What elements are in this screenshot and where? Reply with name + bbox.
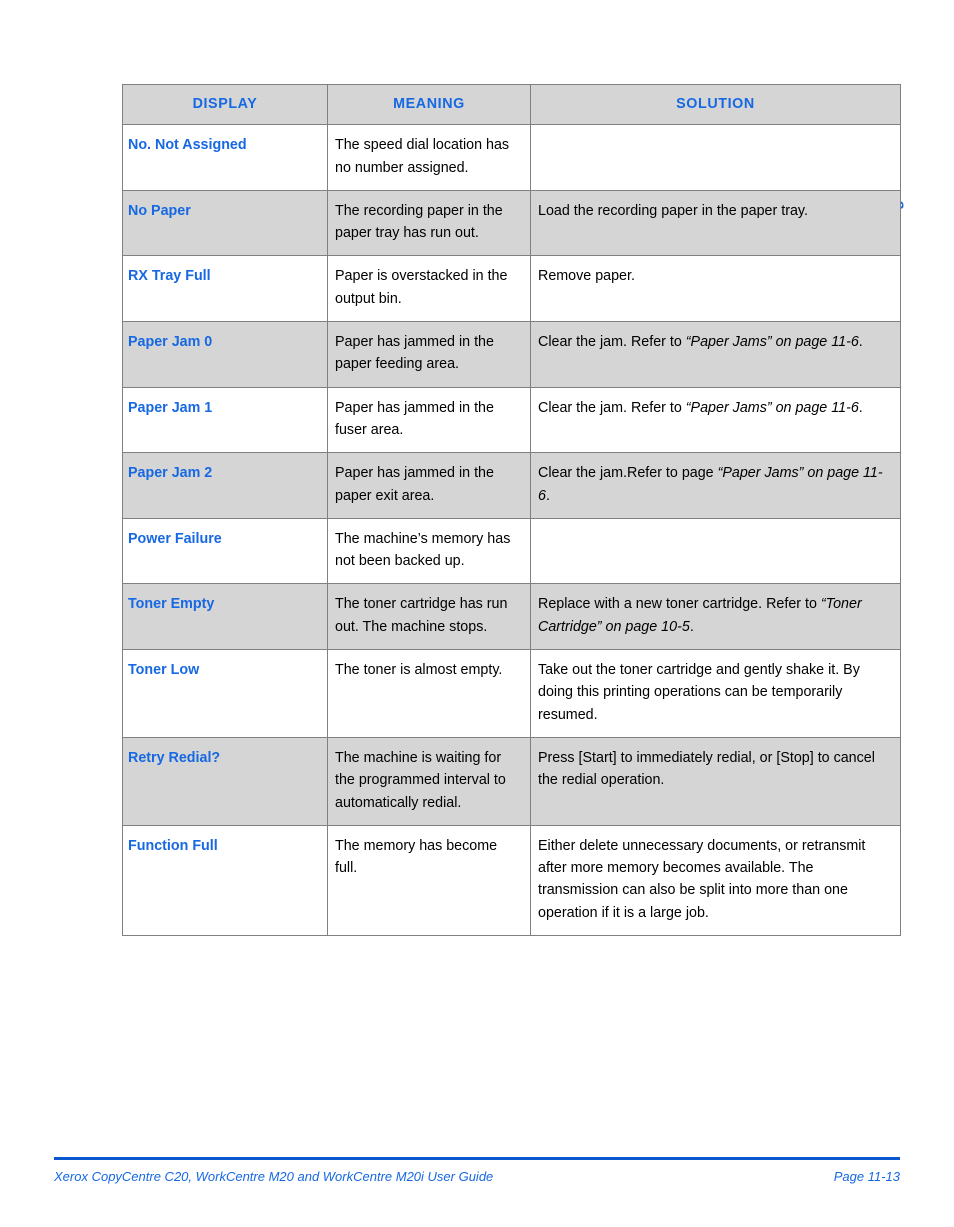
table-row: Function Full The memory has become full.… — [122, 824, 901, 937]
cell-display-message: Toner Low — [122, 649, 328, 738]
table-row: No Paper The recording paper in the paper… — [122, 189, 901, 257]
footer-page-number: Page 11-13 — [833, 1169, 900, 1184]
solution-cross-reference: “Paper Jams” on page 11-6 — [685, 399, 859, 416]
solution-cross-reference: “Paper Jams” on page 11-6 — [685, 334, 859, 351]
solution-text-lead: Either delete unnecessary documents, or … — [538, 837, 866, 921]
table-row: Power Failure The machine’s memory has no… — [122, 517, 901, 585]
cell-solution-text — [530, 517, 901, 585]
table-header-row: DISPLAY MEANING SOLUTION — [122, 83, 901, 126]
page-footer: Xerox CopyCentre C20, WorkCentre M20 and… — [54, 1157, 900, 1184]
cell-solution-text: Either delete unnecessary documents, or … — [530, 824, 901, 937]
solution-text-lead: Clear the jam.Refer to page — [538, 465, 718, 482]
table-row: Toner Low The toner is almost empty. Take … — [122, 649, 901, 738]
table-row: Retry Redial? The machine is waiting for … — [122, 736, 901, 826]
solution-text-trail: . — [545, 487, 550, 504]
cell-meaning-text: The toner is almost empty. — [327, 649, 531, 738]
table-row: Toner Empty The toner cartridge has run o… — [122, 583, 901, 651]
cell-meaning-text: Paper is overstacked in the output bin. — [327, 255, 531, 323]
cell-solution-text: Take out the toner cartridge and gently … — [530, 649, 901, 738]
cell-meaning-text: The speed dial location has no number as… — [327, 124, 531, 191]
column-header-meaning: MEANING — [327, 83, 531, 126]
solution-text-lead: Press [Start] to immediately redial, or … — [538, 749, 875, 789]
cell-display-message: Paper Jam 0 — [122, 321, 328, 388]
solution-text-lead: Take out the toner cartridge and gently … — [538, 662, 860, 723]
cell-display-message: Paper Jam 2 — [122, 452, 328, 519]
solution-text-trail: . — [858, 399, 863, 416]
cell-display-message: Toner Empty — [122, 583, 328, 651]
table-row: Paper Jam 1 Paper has jammed in the fuser… — [122, 386, 901, 454]
cell-display-message: No Paper — [122, 189, 328, 257]
cell-solution-text: Remove paper. — [530, 255, 901, 323]
cell-meaning-text: The memory has become full. — [327, 824, 531, 937]
cell-solution-text: Replace with a new toner cartridge. Refe… — [530, 583, 901, 651]
cell-meaning-text: Paper has jammed in the fuser area. — [327, 386, 531, 454]
cell-meaning-text: The machine is waiting for the programme… — [327, 736, 531, 826]
cell-meaning-text: The toner cartridge has run out. The mac… — [327, 583, 531, 651]
cell-display-message: Paper Jam 1 — [122, 386, 328, 454]
cell-solution-text: Clear the jam. Refer to “Paper Jams” on … — [530, 386, 901, 454]
table-row: No. Not Assigned The speed dial location … — [122, 124, 901, 191]
solution-text-lead: Load the recording paper in the paper tr… — [538, 202, 808, 219]
table-body: No. Not Assigned The speed dial location … — [122, 124, 901, 937]
cell-display-message: No. Not Assigned — [122, 124, 328, 191]
cell-solution-text: Load the recording paper in the paper tr… — [530, 189, 901, 257]
footer-guide-title: Xerox CopyCentre C20, WorkCentre M20 and… — [54, 1169, 494, 1184]
cell-display-message: Power Failure — [122, 517, 328, 585]
cell-display-message: Function Full — [122, 824, 328, 937]
solution-text-lead: Remove paper. — [538, 268, 635, 285]
solution-text-lead: Replace with a new toner cartridge. Refe… — [538, 596, 821, 613]
table-row: RX Tray Full Paper is overstacked in the … — [122, 255, 901, 323]
solution-text-lead: Clear the jam. Refer to — [538, 399, 686, 416]
status-message-table: DISPLAY MEANING SOLUTION No. Not Assigne… — [122, 83, 901, 937]
column-header-display: DISPLAY — [122, 83, 328, 126]
solution-text-lead: Clear the jam. Refer to — [538, 334, 686, 351]
table-row: Paper Jam 0 Paper has jammed in the paper… — [122, 321, 901, 388]
column-header-solution: SOLUTION — [530, 83, 901, 126]
table-header: DISPLAY MEANING SOLUTION — [122, 83, 901, 126]
cell-display-message: RX Tray Full — [122, 255, 328, 323]
footer-divider — [54, 1157, 900, 1160]
cell-meaning-text: Paper has jammed in the paper feeding ar… — [327, 321, 531, 388]
cell-solution-text: Press [Start] to immediately redial, or … — [530, 736, 901, 826]
cell-solution-text: Clear the jam. Refer to “Paper Jams” on … — [530, 321, 901, 388]
solution-text-trail: . — [689, 618, 694, 635]
cell-meaning-text: The recording paper in the paper tray ha… — [327, 189, 531, 257]
footer-content: Xerox CopyCentre C20, WorkCentre M20 and… — [54, 1169, 900, 1184]
cell-meaning-text: Paper has jammed in the paper exit area. — [327, 452, 531, 519]
cell-solution-text: Clear the jam.Refer to page “Paper Jams”… — [530, 452, 901, 519]
cell-display-message: Retry Redial? — [122, 736, 328, 826]
chapter-side-tab: Troubleshooting — [887, 84, 945, 324]
table-row: Paper Jam 2 Paper has jammed in the paper… — [122, 452, 901, 519]
cell-meaning-text: The machine’s memory has not been backed… — [327, 517, 531, 585]
cell-solution-text — [530, 124, 901, 191]
solution-text-trail: . — [858, 334, 863, 351]
